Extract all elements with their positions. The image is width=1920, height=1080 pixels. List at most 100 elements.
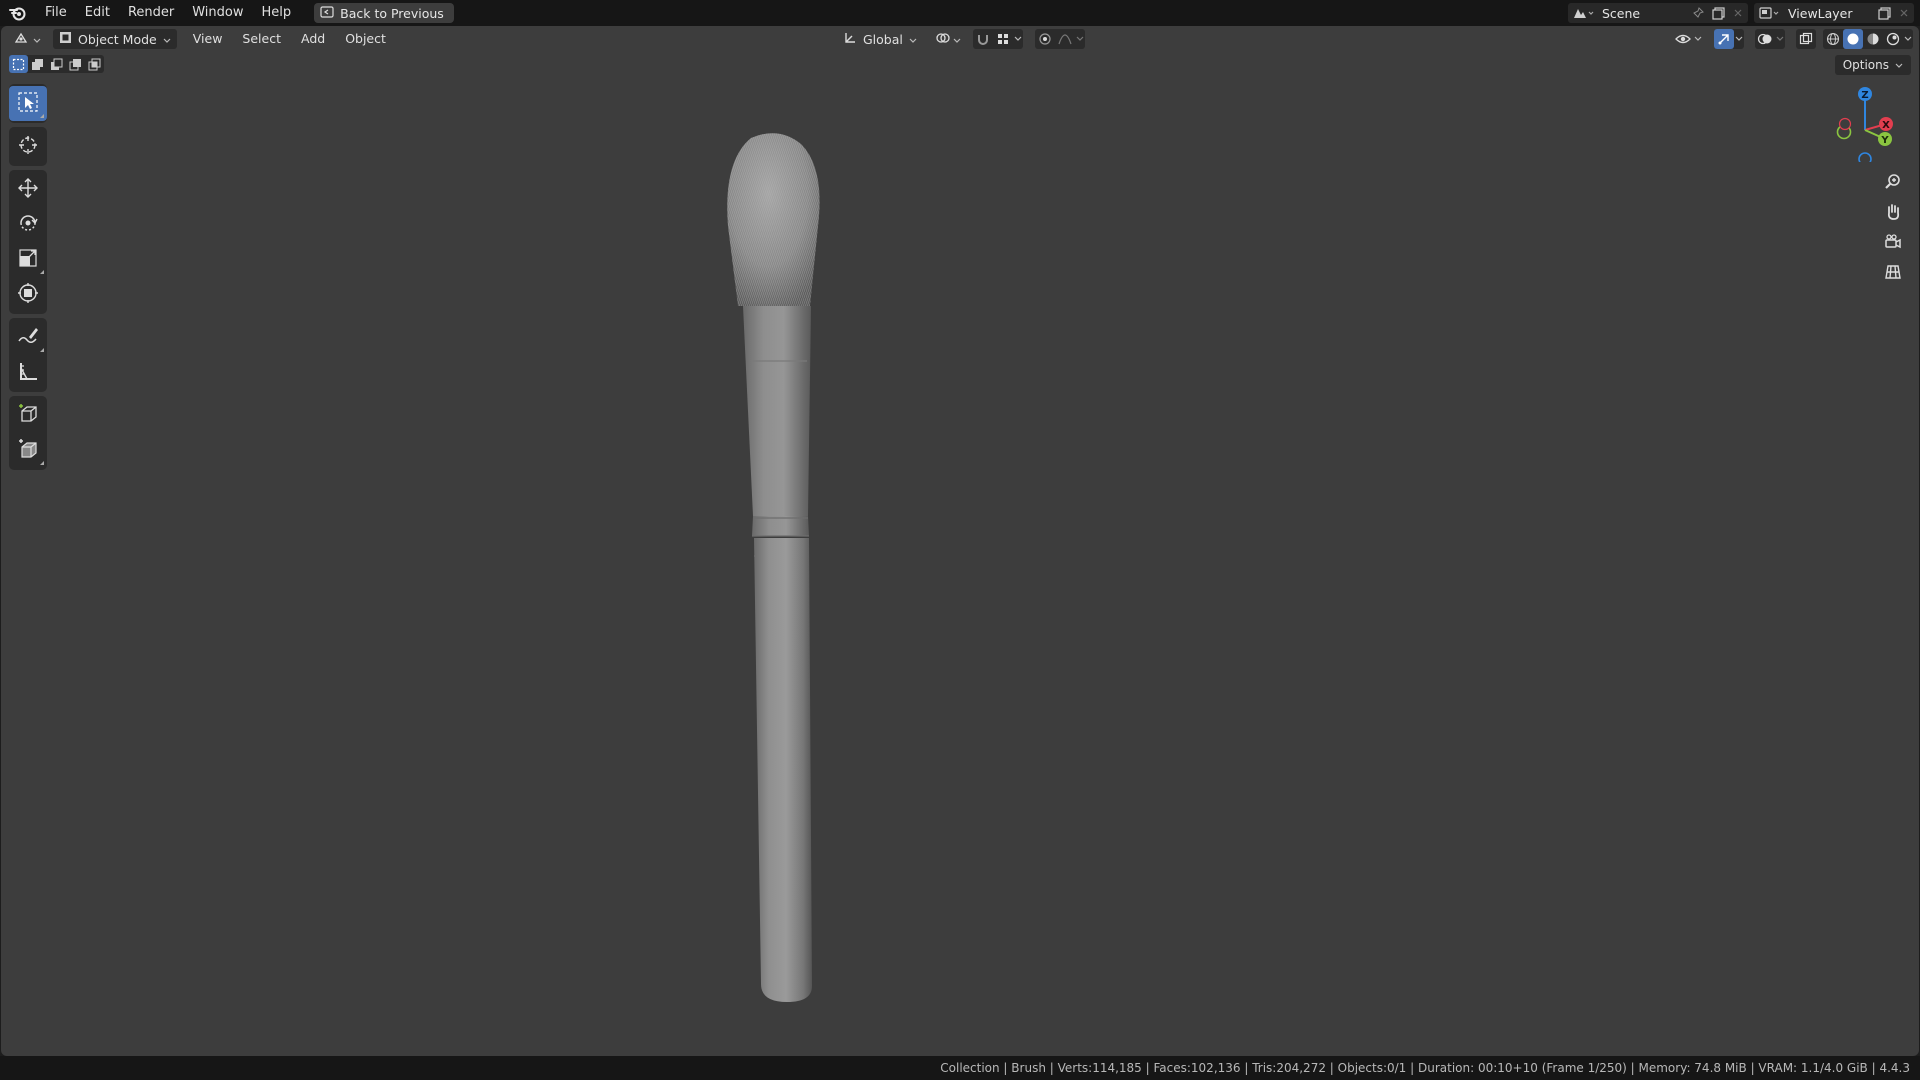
cursor-tool[interactable] bbox=[9, 129, 47, 164]
shading-mode-controls bbox=[1823, 29, 1913, 49]
select-intersect-icon[interactable] bbox=[85, 55, 104, 73]
add-cube-tool[interactable] bbox=[9, 398, 47, 433]
brush-model[interactable] bbox=[701, 106, 901, 1006]
show-overlays-icon[interactable] bbox=[1755, 29, 1775, 49]
xray-toggle bbox=[1796, 29, 1816, 49]
scene-selector[interactable]: Scene bbox=[1568, 3, 1748, 23]
tool-group-annotate bbox=[9, 318, 47, 392]
snap-target-icon[interactable] bbox=[993, 29, 1013, 49]
pin-icon[interactable] bbox=[1688, 3, 1708, 23]
object-mode-icon bbox=[59, 31, 72, 47]
object-visibility-icon[interactable] bbox=[1673, 29, 1693, 49]
chevron-down-icon[interactable] bbox=[1693, 29, 1703, 49]
move-icon bbox=[17, 177, 39, 203]
scene-icon[interactable] bbox=[1568, 3, 1598, 23]
scene-statistics: Collection | Brush | Verts:114,185 | Fac… bbox=[940, 1061, 1910, 1075]
chevron-down-icon[interactable] bbox=[1903, 29, 1913, 49]
camera-icon bbox=[1884, 233, 1902, 255]
perspective-toggle-button[interactable] bbox=[1879, 260, 1907, 288]
chevron-down-icon[interactable] bbox=[1075, 29, 1085, 49]
tool-group-cursor bbox=[9, 127, 47, 166]
xray-icon[interactable] bbox=[1796, 29, 1816, 49]
add-object-icon bbox=[17, 438, 39, 464]
show-gizmo-icon[interactable] bbox=[1714, 29, 1734, 49]
tool-group-select bbox=[9, 84, 47, 123]
rendered-shading-icon[interactable] bbox=[1883, 29, 1903, 49]
proportional-edit-icon[interactable] bbox=[1035, 29, 1055, 49]
select-new-icon[interactable] bbox=[9, 55, 28, 73]
navigation-gizmo[interactable]: Z X Y bbox=[1825, 82, 1905, 166]
brush-handle bbox=[754, 538, 812, 1002]
new-view-layer-icon[interactable] bbox=[1874, 3, 1894, 23]
transform-tool[interactable] bbox=[9, 277, 47, 312]
chevron-down-icon bbox=[953, 32, 961, 47]
menu-edit[interactable]: Edit bbox=[76, 0, 119, 26]
tool-shelf bbox=[9, 84, 47, 474]
select-extend-icon[interactable] bbox=[28, 55, 47, 73]
tool-group-add bbox=[9, 396, 47, 470]
menu-window[interactable]: Window bbox=[183, 0, 252, 26]
back-to-previous-button[interactable]: Back to Previous bbox=[314, 3, 454, 23]
menu-help[interactable]: Help bbox=[253, 0, 301, 26]
object-mode-label: Object Mode bbox=[78, 31, 157, 47]
new-scene-icon[interactable] bbox=[1708, 3, 1728, 23]
gizmo-x-label: X bbox=[1882, 120, 1890, 131]
move-tool[interactable] bbox=[9, 172, 47, 207]
gizmo-y-label: Y bbox=[1880, 135, 1889, 146]
pivot-point-dropdown[interactable] bbox=[929, 29, 967, 49]
viewport-menu-select[interactable]: Select bbox=[232, 26, 291, 52]
object-mode-dropdown[interactable]: Object Mode bbox=[53, 29, 177, 49]
solid-shading-icon[interactable] bbox=[1843, 29, 1863, 49]
snap-controls bbox=[972, 29, 1023, 49]
status-bar: Collection | Brush | Verts:114,185 | Fac… bbox=[0, 1056, 1920, 1080]
select-box-tool[interactable] bbox=[9, 86, 47, 121]
blender-logo-icon[interactable] bbox=[0, 0, 36, 26]
falloff-curve-icon[interactable] bbox=[1055, 29, 1075, 49]
scale-tool[interactable] bbox=[9, 242, 47, 277]
rotate-tool[interactable] bbox=[9, 207, 47, 242]
overlay-controls bbox=[1755, 29, 1785, 49]
wireframe-shading-icon[interactable] bbox=[1823, 29, 1843, 49]
grid-icon bbox=[1884, 263, 1902, 285]
viewport-menu-view[interactable]: View bbox=[183, 26, 233, 52]
brush-ring bbox=[752, 516, 809, 536]
tool-group-transform bbox=[9, 170, 47, 314]
chevron-down-icon[interactable] bbox=[1775, 29, 1785, 49]
menu-file[interactable]: File bbox=[36, 0, 76, 26]
zoom-button[interactable] bbox=[1879, 170, 1907, 198]
add-object-tool[interactable] bbox=[9, 433, 47, 468]
transform-orientation-label: Global bbox=[863, 31, 903, 47]
chevron-down-icon[interactable] bbox=[1013, 29, 1023, 49]
select-invert-icon[interactable] bbox=[66, 55, 85, 73]
view-layer-selector[interactable]: ViewLayer bbox=[1754, 3, 1914, 23]
editor-type-selector[interactable] bbox=[7, 29, 47, 49]
pivot-icon bbox=[935, 31, 951, 48]
material-preview-icon[interactable] bbox=[1863, 29, 1883, 49]
brush-ferrule bbox=[743, 306, 811, 516]
scale-icon bbox=[17, 247, 39, 273]
annotate-tool[interactable] bbox=[9, 320, 47, 355]
options-dropdown[interactable]: Options bbox=[1834, 55, 1911, 75]
scene-name[interactable]: Scene bbox=[1598, 6, 1688, 21]
view-layer-icon[interactable] bbox=[1754, 3, 1784, 23]
viewport-menu-add[interactable]: Add bbox=[291, 26, 335, 52]
top-menu-bar: File Edit Render Window Help Back to Pre… bbox=[0, 0, 1920, 26]
gizmo-z-label: Z bbox=[1861, 90, 1868, 101]
pan-button[interactable] bbox=[1879, 200, 1907, 228]
add-cube-icon bbox=[17, 403, 39, 429]
measure-icon bbox=[17, 360, 39, 386]
delete-view-layer-icon[interactable] bbox=[1894, 3, 1914, 23]
select-subtract-icon[interactable] bbox=[47, 55, 66, 73]
snap-toggle-icon[interactable] bbox=[973, 29, 993, 49]
measure-tool[interactable] bbox=[9, 355, 47, 390]
view-layer-name[interactable]: ViewLayer bbox=[1784, 6, 1874, 21]
camera-view-button[interactable] bbox=[1879, 230, 1907, 258]
menu-render[interactable]: Render bbox=[119, 0, 183, 26]
3d-viewport[interactable]: Object Mode View Select Add Object Globa… bbox=[1, 26, 1919, 1056]
viewport-menu-object[interactable]: Object bbox=[335, 26, 396, 52]
editor-type-icon bbox=[13, 31, 31, 48]
delete-scene-icon[interactable] bbox=[1728, 3, 1748, 23]
chevron-down-icon[interactable] bbox=[1734, 29, 1744, 49]
transform-orientation-dropdown[interactable]: Global bbox=[837, 29, 923, 49]
select-box-icon bbox=[17, 91, 39, 117]
